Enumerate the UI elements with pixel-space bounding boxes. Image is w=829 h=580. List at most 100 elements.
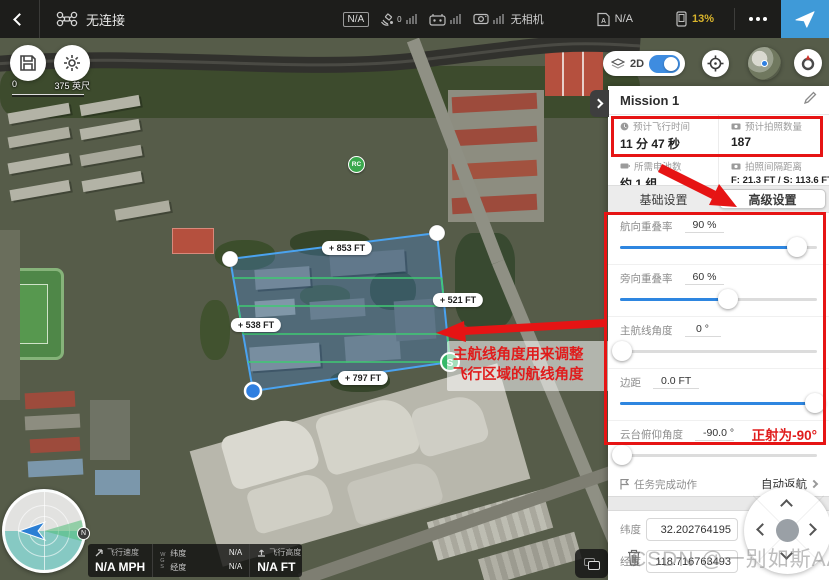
course-angle-slider[interactable] (620, 341, 817, 361)
takeoff-button[interactable] (781, 0, 829, 38)
rc-signal-bars-icon (450, 14, 461, 24)
satellite-icon (379, 12, 395, 26)
map-view-pill: 2D (603, 51, 685, 76)
stat-flight-time: 预计飞行时间 11 分 47 秒 (608, 115, 718, 155)
clock-icon (620, 122, 629, 131)
setting-course-overlap: 航向重叠率90 % (608, 213, 829, 265)
remote-controller-icon (429, 13, 446, 26)
side-overlap-slider[interactable] (620, 289, 817, 309)
telemetry-speed: 飞行速度 N/A MPH (88, 544, 153, 577)
edit-mission-button[interactable] (804, 91, 817, 109)
gps-status: 0 (379, 12, 418, 26)
layers-icon (611, 58, 625, 70)
gimbal-pitch-value[interactable]: -90.0 ° (695, 427, 734, 441)
scale-start: 0 (12, 79, 17, 92)
settings-tabs: 基础设置 高级设置 (608, 185, 829, 213)
latitude-input[interactable] (646, 518, 738, 541)
tab-advanced-settings[interactable]: 高级设置 (719, 189, 826, 209)
gear-icon (62, 53, 82, 73)
compass-icon (799, 54, 817, 72)
topbar-divider (734, 8, 735, 30)
battery-icon (620, 162, 630, 170)
save-icon (19, 54, 37, 72)
edge-length-bottom: + 797 FT (338, 371, 388, 385)
course-angle-value[interactable]: 0 ° (685, 323, 721, 337)
airplane-icon (794, 9, 816, 29)
flag-icon (620, 479, 629, 490)
nudge-right-icon[interactable] (804, 523, 817, 536)
delete-mission-button[interactable] (627, 549, 641, 571)
altitude-icon (257, 548, 266, 557)
position-dpad[interactable] (744, 487, 829, 574)
minimap-location-dot (761, 60, 768, 67)
map-layer-button[interactable] (575, 549, 608, 578)
nudge-up-icon[interactable] (780, 499, 793, 512)
mission-header: Mission 1 (608, 86, 829, 115)
telemetry-coords: WGS 纬度N/A 经度N/A (153, 544, 250, 577)
view-2d-label: 2D (630, 58, 644, 70)
map-scale-bar: 0375 英尺 (12, 79, 90, 97)
drone-icon (56, 11, 78, 27)
nudge-left-icon[interactable] (756, 523, 769, 536)
side-overlap-value[interactable]: 60 % (685, 271, 725, 285)
margin-value[interactable]: 0.0 FT (653, 375, 699, 389)
settings-button[interactable] (54, 45, 90, 81)
locate-button[interactable] (702, 50, 729, 77)
edge-length-left: + 538 FT (231, 318, 281, 332)
interval-camera-icon (731, 162, 741, 170)
edge-length-top: + 853 FT (322, 241, 372, 255)
2d-3d-toggle[interactable] (649, 55, 680, 73)
pencil-icon (804, 91, 817, 104)
chevron-right-icon (810, 480, 818, 488)
stat-batteries: 所需电池数 约 1 组 (608, 155, 718, 185)
flight-mode-icon: A (596, 12, 611, 27)
connection-status: 无连接 (86, 10, 125, 29)
edge-length-right: + 521 FT (433, 293, 483, 307)
battery-phone-icon (675, 11, 688, 27)
minimap-button[interactable] (748, 47, 781, 80)
save-mission-button[interactable] (10, 45, 46, 81)
nudge-down-icon[interactable] (780, 547, 793, 560)
compass-reset-button[interactable] (794, 49, 822, 77)
course-overlap-slider[interactable] (620, 237, 817, 257)
back-button[interactable] (0, 0, 40, 38)
attitude-compass[interactable] (2, 489, 86, 573)
battery-status: 13% (675, 11, 714, 27)
battery-percent: 13% (692, 13, 714, 25)
panel-collapse-tab[interactable] (590, 90, 609, 117)
flight-mode-status: A N/A (596, 12, 633, 27)
north-badge: N (77, 527, 90, 540)
more-menu-button[interactable] (749, 17, 767, 21)
telemetry-bar: 飞行速度 N/A MPH WGS 纬度N/A 经度N/A 飞行高度 N/A FT (88, 544, 302, 577)
app-window: S + 853 FT + 521 FT + 538 FT + 797 FT RC… (0, 0, 829, 580)
trash-icon (627, 549, 641, 566)
course-overlap-value[interactable]: 90 % (685, 219, 725, 233)
back-chevron-icon (13, 13, 26, 26)
mission-title: Mission 1 (620, 93, 679, 108)
stat-photo-interval: 拍照间隔距离 F: 21.3 FT / S: 113.6 FT (718, 155, 829, 185)
telemetry-altitude: 飞行高度 N/A FT (250, 544, 308, 577)
mission-stats: 预计飞行时间 11 分 47 秒 预计拍照数量 187 所需电池数 约 1 组 … (608, 115, 829, 185)
longitude-input[interactable] (646, 550, 738, 573)
stat-photo-count: 预计拍照数量 187 (718, 115, 829, 155)
camera-signal: 无相机 (473, 11, 544, 27)
setting-gimbal-pitch: 云台俯仰角度-90.0 °正射为-90° (608, 421, 829, 472)
setting-course-angle: 主航线角度0 ° (608, 317, 829, 369)
camera-icon (731, 122, 741, 130)
aircraft-arrow-icon (19, 522, 45, 540)
crosshair-icon (707, 55, 724, 72)
setting-side-overlap: 旁向重叠率60 % (608, 265, 829, 317)
gps-signal-bars-icon (406, 14, 417, 24)
gimbal-annotation: 正射为-90° (752, 424, 817, 444)
layers-switch-icon (584, 558, 600, 570)
satellite-count: 0 (397, 15, 401, 24)
gimbal-pitch-slider[interactable] (620, 445, 817, 465)
camera-feed-icon (473, 13, 489, 25)
status-na-badge: N/A (343, 12, 370, 27)
svg-text:A: A (601, 18, 606, 25)
margin-slider[interactable] (620, 393, 817, 413)
dpad-center-button[interactable] (776, 519, 799, 542)
camera-signal-bars-icon (493, 14, 504, 24)
setting-margin: 边距0.0 FT (608, 369, 829, 421)
tab-basic-settings[interactable]: 基础设置 (611, 189, 716, 209)
